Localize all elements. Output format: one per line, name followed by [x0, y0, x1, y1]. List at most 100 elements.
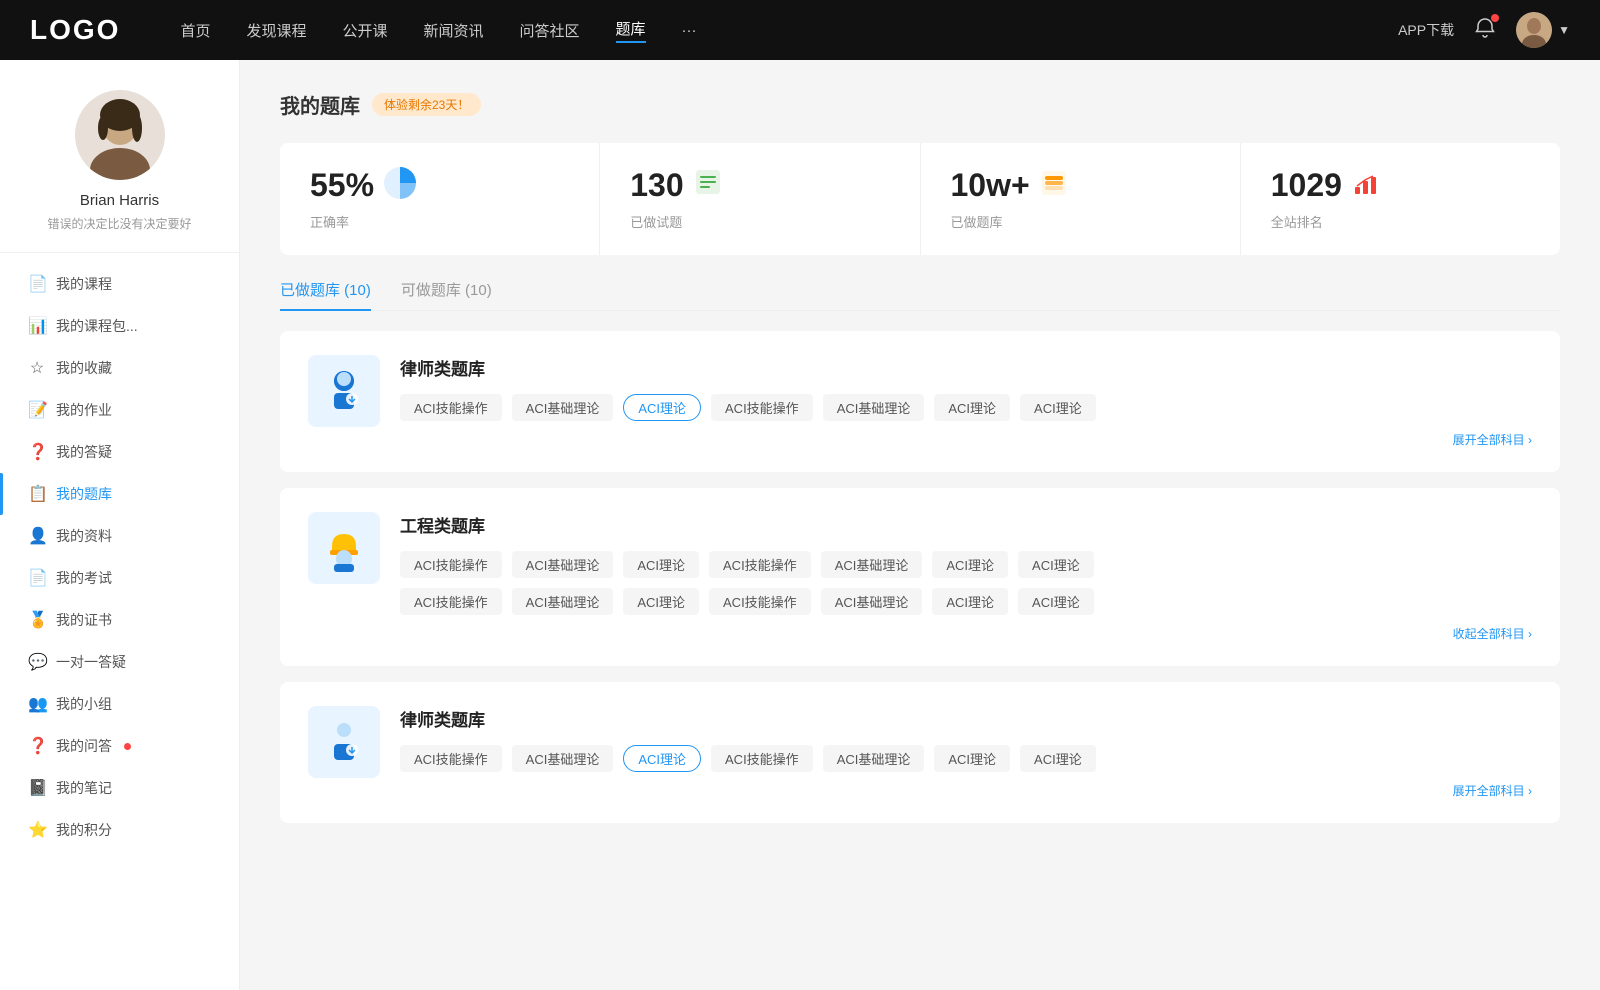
tab-available[interactable]: 可做题库 (10)	[401, 279, 492, 310]
nav-discover[interactable]: 发现课程	[246, 20, 306, 41]
nav-news[interactable]: 新闻资讯	[424, 20, 484, 41]
logo: LOGO	[30, 14, 120, 46]
tag-lawyer-6[interactable]: ACI理论	[1020, 394, 1096, 421]
quiz-title-lawyer-2: 律师类题库	[400, 706, 1532, 731]
expand-link-lawyer-2[interactable]: 展开全部科目 ›	[400, 782, 1532, 799]
sidebar-item-one-on-one[interactable]: 💬 一对一答疑	[0, 641, 239, 683]
ranking-chart-icon	[1352, 169, 1380, 202]
exam-icon: 📄	[28, 568, 46, 588]
stat-accuracy: 55% 正确率	[280, 143, 600, 255]
page-wrap: Brian Harris 错误的决定比没有决定要好 📄 我的课程 📊 我的课程包…	[0, 60, 1600, 990]
tag-lawyer2-5[interactable]: ACI理论	[934, 745, 1010, 772]
tag-lawyer-0[interactable]: ACI技能操作	[400, 394, 502, 421]
tabs-row: 已做题库 (10) 可做题库 (10)	[280, 279, 1560, 311]
pie-chart-icon	[384, 167, 416, 204]
tag-eng-r2-1[interactable]: ACI基础理论	[512, 588, 614, 615]
tag-lawyer2-3[interactable]: ACI技能操作	[711, 745, 813, 772]
sidebar-item-notes[interactable]: 📓 我的笔记	[0, 767, 239, 809]
sidebar-item-certificate[interactable]: 🏅 我的证书	[0, 599, 239, 641]
tag-eng-r2-6[interactable]: ACI理论	[1018, 588, 1094, 615]
favorites-icon: ☆	[28, 358, 46, 378]
tag-lawyer-2[interactable]: ACI理论	[623, 394, 701, 421]
tag-eng-r2-2[interactable]: ACI理论	[623, 588, 699, 615]
tag-eng-r1-3[interactable]: ACI技能操作	[709, 551, 811, 578]
sidebar-item-homework[interactable]: 📝 我的作业	[0, 389, 239, 431]
tag-lawyer-4[interactable]: ACI基础理论	[823, 394, 925, 421]
sidebar-item-course-package[interactable]: 📊 我的课程包...	[0, 305, 239, 347]
tag-lawyer2-1[interactable]: ACI基础理论	[512, 745, 614, 772]
page-title: 我的题库	[280, 90, 360, 119]
group-icon: 👥	[28, 694, 46, 714]
stat-done-questions-value: 130	[630, 167, 683, 204]
course-package-icon: 📊	[28, 316, 46, 336]
nav-more[interactable]: ···	[682, 22, 697, 39]
stat-done-questions-label: 已做试题	[630, 212, 889, 231]
quiz-body-lawyer: 律师类题库 ACI技能操作 ACI基础理论 ACI理论 ACI技能操作 ACI基…	[400, 355, 1532, 448]
stat-done-quizbanks-top: 10w+	[951, 167, 1210, 204]
stat-ranking-value: 1029	[1271, 167, 1342, 204]
tag-lawyer-5[interactable]: ACI理论	[934, 394, 1010, 421]
sidebar-item-my-qa[interactable]: ❓ 我的问答	[0, 725, 239, 767]
sidebar-item-quiz[interactable]: 📋 我的题库	[0, 473, 239, 515]
quiz-icon-engineering	[308, 512, 380, 584]
tag-eng-r1-2[interactable]: ACI理论	[623, 551, 699, 578]
sidebar-item-favorites[interactable]: ☆ 我的收藏	[0, 347, 239, 389]
tag-lawyer-1[interactable]: ACI基础理论	[512, 394, 614, 421]
tag-eng-r2-5[interactable]: ACI理论	[932, 588, 1008, 615]
quiz-title-engineering: 工程类题库	[400, 512, 1532, 537]
tag-eng-r1-1[interactable]: ACI基础理论	[512, 551, 614, 578]
notification-bell[interactable]	[1474, 17, 1496, 44]
app-download-link[interactable]: APP下载	[1398, 20, 1454, 40]
sidebar-item-exam[interactable]: 📄 我的考试	[0, 557, 239, 599]
tag-eng-r1-0[interactable]: ACI技能操作	[400, 551, 502, 578]
collapse-link-engineering[interactable]: 收起全部科目 ›	[400, 625, 1532, 642]
tag-eng-r2-0[interactable]: ACI技能操作	[400, 588, 502, 615]
course-icon: 📄	[28, 274, 46, 294]
tag-lawyer2-0[interactable]: ACI技能操作	[400, 745, 502, 772]
tag-eng-r2-3[interactable]: ACI技能操作	[709, 588, 811, 615]
stat-ranking: 1029 全站排名	[1241, 143, 1560, 255]
sidebar-item-my-course[interactable]: 📄 我的课程	[0, 263, 239, 305]
tags-row-lawyer: ACI技能操作 ACI基础理论 ACI理论 ACI技能操作 ACI基础理论 AC…	[400, 394, 1532, 421]
tag-eng-r1-5[interactable]: ACI理论	[932, 551, 1008, 578]
database-icon	[1040, 169, 1068, 202]
stat-done-quizbanks-value: 10w+	[951, 167, 1030, 204]
notes-icon: 📓	[28, 778, 46, 798]
tag-lawyer-3[interactable]: ACI技能操作	[711, 394, 813, 421]
quiz-card-lawyer: 律师类题库 ACI技能操作 ACI基础理论 ACI理论 ACI技能操作 ACI基…	[280, 331, 1560, 472]
notification-dot	[1491, 14, 1499, 22]
nav-qa[interactable]: 问答社区	[520, 20, 580, 41]
quiz-icon: 📋	[28, 484, 46, 504]
quiz-body-engineering: 工程类题库 ACI技能操作 ACI基础理论 ACI理论 ACI技能操作 ACI基…	[400, 512, 1532, 642]
tag-lawyer2-2[interactable]: ACI理论	[623, 745, 701, 772]
sidebar-item-profile[interactable]: 👤 我的资料	[0, 515, 239, 557]
profile-area: Brian Harris 错误的决定比没有决定要好	[0, 90, 239, 253]
tab-done[interactable]: 已做题库 (10)	[280, 279, 371, 310]
quiz-body-lawyer-2: 律师类题库 ACI技能操作 ACI基础理论 ACI理论 ACI技能操作 ACI基…	[400, 706, 1532, 799]
my-qa-icon: ❓	[28, 736, 46, 756]
sidebar-item-group[interactable]: 👥 我的小组	[0, 683, 239, 725]
page-header: 我的题库 体验剩余23天！	[280, 90, 1560, 119]
nav-quiz[interactable]: 题库	[616, 18, 646, 43]
stat-ranking-label: 全站排名	[1271, 212, 1530, 231]
sidebar: Brian Harris 错误的决定比没有决定要好 📄 我的课程 📊 我的课程包…	[0, 60, 240, 990]
user-avatar-wrap[interactable]: ▼	[1516, 12, 1570, 48]
expand-link-lawyer[interactable]: 展开全部科目 ›	[400, 431, 1532, 448]
sidebar-item-points[interactable]: ⭐ 我的积分	[0, 809, 239, 851]
tag-lawyer2-4[interactable]: ACI基础理论	[823, 745, 925, 772]
nav-open-course[interactable]: 公开课	[342, 20, 387, 41]
tag-lawyer2-6[interactable]: ACI理论	[1020, 745, 1096, 772]
profile-avatar	[75, 90, 165, 180]
quiz-icon-lawyer-2	[308, 706, 380, 778]
tags-row-engineering-2: ACI技能操作 ACI基础理论 ACI理论 ACI技能操作 ACI基础理论 AC…	[400, 588, 1532, 615]
tag-eng-r1-6[interactable]: ACI理论	[1018, 551, 1094, 578]
chevron-down-icon: ▼	[1558, 23, 1570, 37]
tag-eng-r1-4[interactable]: ACI基础理论	[821, 551, 923, 578]
sidebar-item-questions[interactable]: ❓ 我的答疑	[0, 431, 239, 473]
stat-done-quizbanks-label: 已做题库	[951, 212, 1210, 231]
tags-row-lawyer-2: ACI技能操作 ACI基础理论 ACI理论 ACI技能操作 ACI基础理论 AC…	[400, 745, 1532, 772]
nav-home[interactable]: 首页	[180, 20, 210, 41]
points-icon: ⭐	[28, 820, 46, 840]
tag-eng-r2-4[interactable]: ACI基础理论	[821, 588, 923, 615]
stat-ranking-top: 1029	[1271, 167, 1530, 204]
